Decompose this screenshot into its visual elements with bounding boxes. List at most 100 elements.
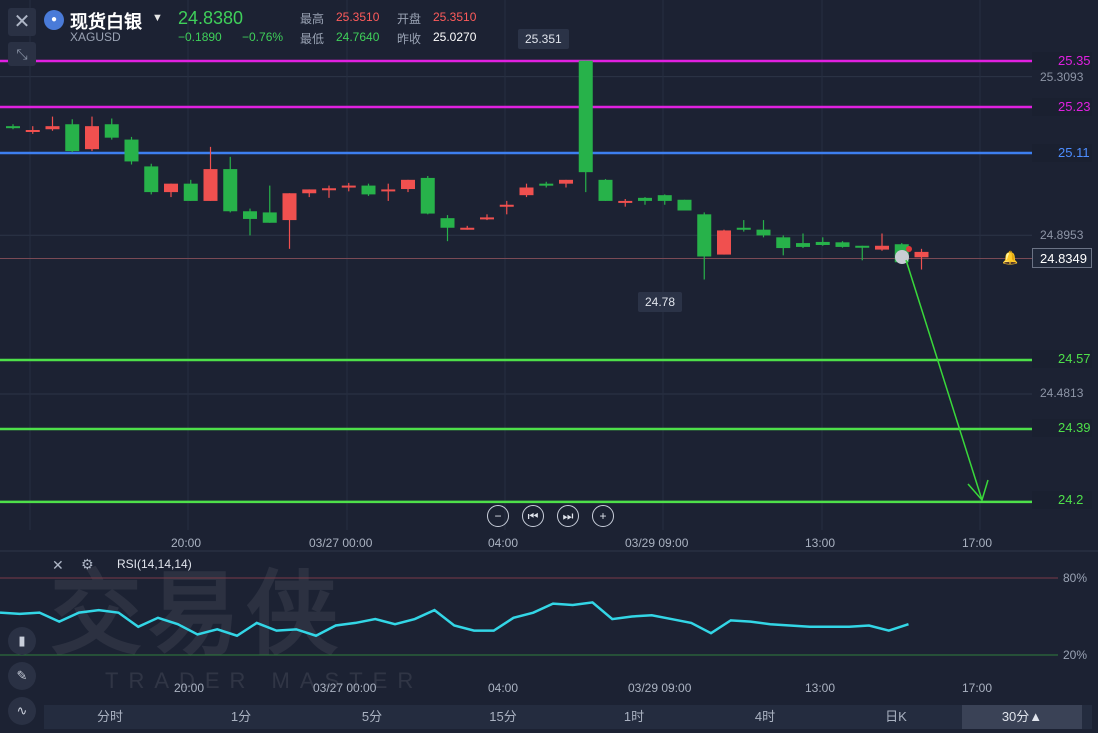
candle-body	[361, 185, 376, 195]
candle-body	[262, 212, 277, 223]
candle-body	[104, 124, 119, 138]
skip-back-icon: ⏮	[527, 509, 539, 523]
candle-body	[677, 199, 692, 211]
candle-body	[559, 179, 573, 184]
candle-body	[717, 230, 731, 255]
projection-arrow-head	[967, 479, 989, 502]
candle-body	[65, 124, 80, 152]
candle-body	[401, 179, 415, 190]
alert-bell-icon[interactable]: 🔔	[1002, 250, 1020, 266]
time-axis-label: 03/27 00:00	[309, 536, 373, 550]
candle-body	[460, 227, 475, 230]
high-callout: 25.351	[518, 29, 569, 49]
level-label-24-57: 24.57	[1032, 350, 1092, 368]
projection-arrow	[905, 259, 989, 502]
candle-type-button[interactable]: ▮	[8, 627, 36, 655]
projection-arrow-line	[905, 259, 983, 501]
timeframe-tab[interactable]: 15分	[443, 705, 563, 729]
price-change: −0.1890	[178, 30, 222, 44]
candle-body	[203, 169, 218, 201]
symbol-flag-icon: ●	[44, 10, 64, 30]
indicator-button[interactable]: ∿	[8, 697, 36, 725]
timeframe-tab[interactable]: 1分	[181, 705, 301, 729]
candle-body	[440, 218, 455, 228]
candle-body	[499, 204, 514, 207]
candle-body	[183, 183, 198, 201]
candle-body	[85, 126, 99, 150]
chart-grid	[0, 0, 1098, 552]
candle-body	[25, 129, 40, 132]
price-axis-tick: 24.4813	[1040, 386, 1084, 400]
timeframe-tab-active[interactable]: 30分▲	[962, 705, 1082, 729]
time-axis-label: 03/29 09:00	[625, 536, 689, 550]
candle-body	[578, 60, 593, 173]
indicator-wave-icon: ∿	[16, 703, 28, 718]
candle-body	[519, 187, 534, 196]
candle-body	[243, 211, 257, 219]
candle-body	[539, 183, 554, 186]
low-callout: 24.78	[638, 292, 683, 312]
timeframe-tab[interactable]: 分时	[50, 705, 170, 729]
rsi-lower-tick: 20%	[1063, 648, 1088, 662]
draw-tool-button[interactable]: ✎	[8, 662, 36, 690]
candle-body	[124, 139, 139, 162]
candle-body	[302, 189, 317, 194]
candle-body	[618, 200, 633, 203]
price-axis-tick: 24.8953	[1040, 228, 1084, 242]
pencil-icon: ✎	[16, 668, 28, 683]
settings-gear-icon[interactable]: ⚙	[81, 556, 94, 573]
timeframe-tab[interactable]: 日K	[836, 705, 956, 729]
time-axis-label: 13:00	[805, 536, 836, 550]
low-value: 24.7640	[336, 30, 380, 44]
timeframe-tab[interactable]: 1时	[574, 705, 694, 729]
timeframe-tab[interactable]: 5分	[312, 705, 432, 729]
candle-body	[736, 227, 751, 230]
level-label-24-39: 24.39	[1032, 419, 1092, 437]
candle-body	[598, 179, 613, 201]
price-chart[interactable]	[0, 0, 1098, 733]
position-marker-dot	[906, 246, 912, 252]
rsi-time-axis-label: 17:00	[962, 681, 993, 695]
rsi-time-axis-label: 04:00	[488, 681, 519, 695]
candle-body	[796, 243, 810, 247]
candle-body	[815, 241, 830, 245]
level-label-24-2: 24.2	[1032, 491, 1092, 509]
candle-body	[6, 126, 20, 129]
prev-close-value: 25.0270	[433, 30, 477, 44]
candlestick-icon: ▮	[18, 633, 26, 648]
price-axis-tick: 25.3093	[1040, 70, 1084, 84]
time-axis-label: 20:00	[171, 536, 202, 550]
close-indicator-icon[interactable]: ✕	[52, 557, 64, 574]
symbol-code: XAGUSD	[70, 30, 121, 44]
candle-body	[282, 193, 297, 221]
candle-body	[322, 188, 336, 191]
zoom-in-button[interactable]: +	[592, 505, 614, 527]
scroll-start-button[interactable]: ⏮	[522, 505, 544, 527]
collapse-icon: ⤡	[16, 46, 28, 62]
candle-body	[164, 183, 178, 193]
chevron-down-icon[interactable]: ▼	[152, 12, 163, 24]
candle-body	[45, 126, 60, 130]
level-lines	[0, 59, 1032, 504]
level-label-25-23: 25.23	[1032, 98, 1092, 116]
open-value: 25.3510	[433, 10, 477, 24]
candle-body	[835, 242, 850, 247]
current-price-label: 24.8349	[1032, 248, 1092, 268]
timeframe-tab[interactable]: 4时	[705, 705, 825, 729]
candle-body	[914, 251, 929, 258]
scroll-end-button[interactable]: ⏭	[557, 505, 579, 527]
high-value: 25.3510	[336, 10, 380, 24]
candle-body	[144, 166, 159, 193]
candle-body	[875, 245, 889, 250]
timeframe-bar: 分时 1分 5分 15分 1时 4时 日K 30分▲	[44, 705, 1092, 729]
close-button[interactable]: ✕	[8, 8, 36, 36]
prev-close-label: 昨收	[397, 32, 422, 46]
candle-body	[697, 214, 712, 257]
collapse-button[interactable]: ⤡	[8, 42, 36, 66]
chart-window: 交易侠 TRADER MASTER ✕ ⤡ ● 现货白银 ▼ XAGUSD 24…	[0, 0, 1098, 733]
candle-body	[638, 197, 652, 201]
price-change-percent: −0.76%	[242, 30, 284, 44]
rsi-line	[0, 601, 909, 638]
zoom-out-button[interactable]: −	[487, 505, 509, 527]
candle-body	[223, 169, 238, 212]
